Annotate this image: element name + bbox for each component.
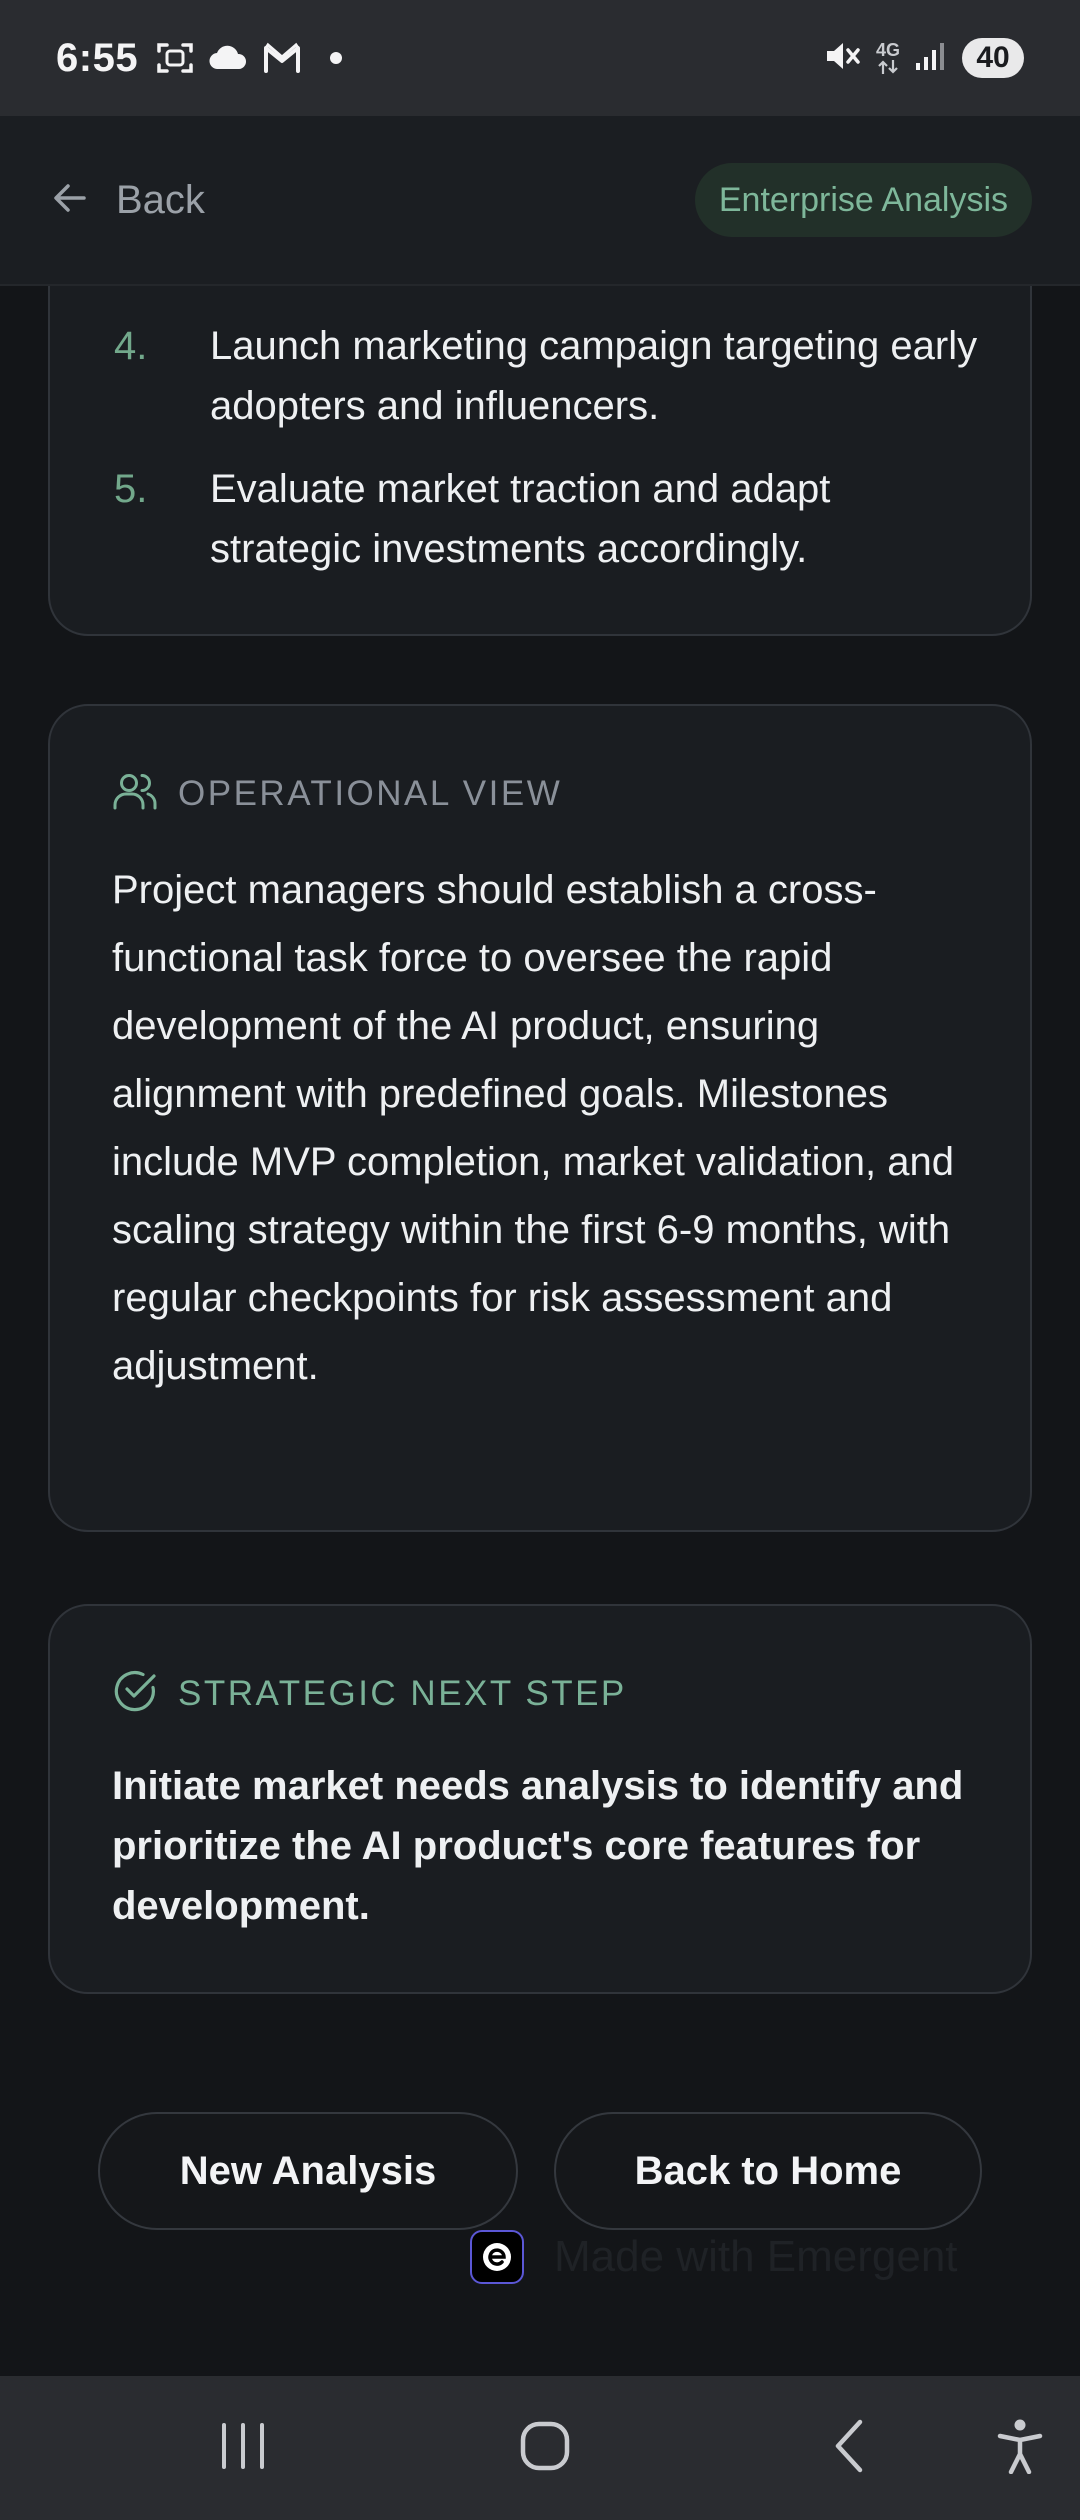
step-number: 4. <box>114 324 148 368</box>
step-number: 5. <box>114 467 148 511</box>
operational-view-card: OPERATIONAL VIEW Project managers should… <box>48 704 1032 1532</box>
check-circle-icon <box>112 1668 158 1719</box>
users-icon <box>112 768 158 819</box>
cloud-icon <box>208 43 248 73</box>
strategic-next-step-header: STRATEGIC NEXT STEP <box>112 1668 627 1719</box>
signal-icon <box>914 41 948 76</box>
made-with-emergent-text: Made with Emergent <box>554 2232 958 2281</box>
arrow-left-icon <box>50 178 90 223</box>
recent-apps-icon <box>218 2422 268 2475</box>
status-system-icons: 4G 40 <box>824 38 1024 78</box>
strategic-next-step-label: STRATEGIC NEXT STEP <box>178 1673 627 1713</box>
notification-dot <box>330 52 343 64</box>
back-nav-button[interactable] <box>810 2376 890 2520</box>
analysis-type-badge: Enterprise Analysis <box>694 163 1032 237</box>
list-item: 4. Launch marketing campaign targeting e… <box>114 316 980 436</box>
network-arrows-icon: 4G <box>876 41 900 75</box>
list-item: 5. Evaluate market traction and adapt st… <box>114 459 980 579</box>
network-type: 4G <box>875 40 900 60</box>
gmail-icon <box>262 42 302 74</box>
operational-view-header: OPERATIONAL VIEW <box>112 768 562 819</box>
back-label: Back <box>116 177 205 222</box>
chevron-left-icon <box>830 2418 870 2479</box>
status-notification-icons <box>156 41 343 75</box>
new-analysis-button[interactable]: New Analysis <box>98 2112 518 2230</box>
status-bar: 6:55 4G 40 <box>0 0 1080 116</box>
emergent-logo-icon <box>470 2230 524 2284</box>
step-text: Evaluate market traction and adapt strat… <box>210 467 831 571</box>
strategic-next-step-card: STRATEGIC NEXT STEP Initiate market need… <box>48 1604 1032 1994</box>
recent-apps-button[interactable] <box>200 2376 286 2520</box>
mute-icon <box>824 39 862 78</box>
analysis-content[interactable]: 4. Launch marketing campaign targeting e… <box>0 286 1080 2376</box>
operational-view-text: Project managers should establish a cros… <box>112 868 954 1388</box>
strategic-next-step-text: Initiate market needs analysis to identi… <box>112 1764 964 1928</box>
operational-view-label: OPERATIONAL VIEW <box>178 773 563 813</box>
status-time: 6:55 <box>56 35 139 80</box>
back-button[interactable]: Back <box>50 178 205 223</box>
home-icon <box>519 2420 571 2477</box>
battery-icon: 40 <box>962 38 1024 78</box>
home-button[interactable] <box>500 2376 590 2520</box>
accessibility-button[interactable] <box>985 2376 1055 2520</box>
roadmap-card: 4. Launch marketing campaign targeting e… <box>48 286 1032 636</box>
back-to-home-button[interactable]: Back to Home <box>554 2112 982 2230</box>
screenshot-icon <box>156 41 194 75</box>
app-header: Back Enterprise Analysis <box>0 116 1080 286</box>
accessibility-icon <box>997 2418 1043 2479</box>
action-buttons: New Analysis Back to Home <box>0 2112 1080 2232</box>
step-text: Launch marketing campaign targeting earl… <box>210 324 978 428</box>
made-with-emergent-badge[interactable]: Made with Emergent <box>470 2230 958 2284</box>
system-navigation-bar <box>0 2376 1080 2520</box>
